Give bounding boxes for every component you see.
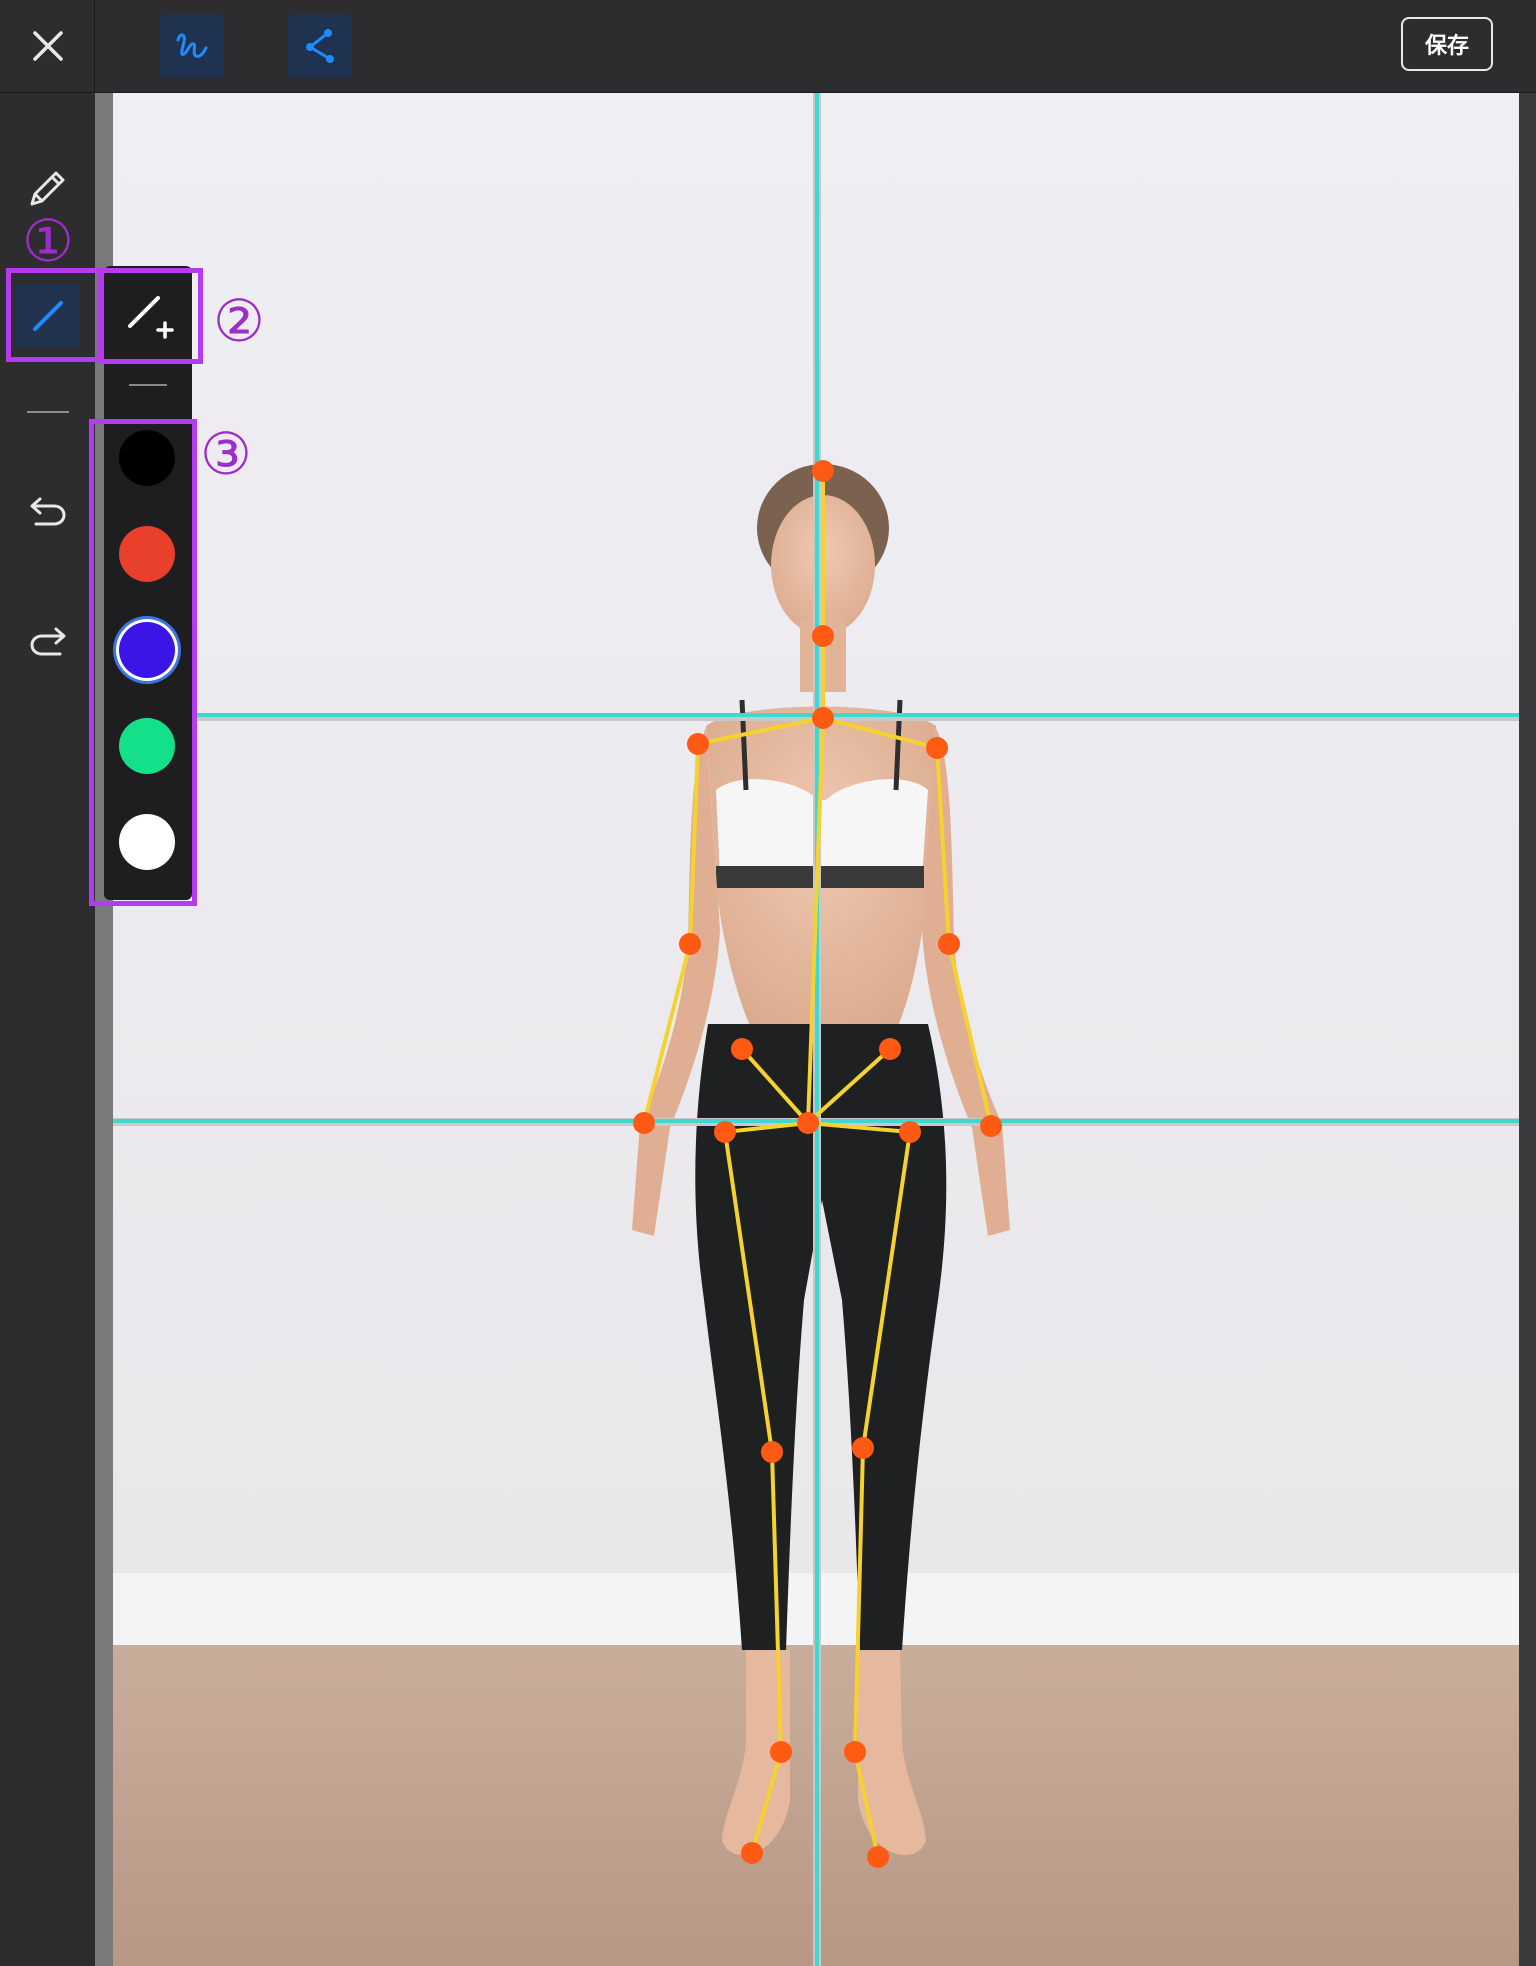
joint-left-wrist bbox=[980, 1115, 1002, 1137]
annotation-box-2 bbox=[99, 268, 203, 364]
save-button[interactable]: 保存 bbox=[1401, 17, 1493, 71]
joint-right-waist bbox=[731, 1038, 753, 1060]
joint-left-knee bbox=[852, 1437, 874, 1459]
joint-left-shoulder bbox=[926, 737, 948, 759]
close-icon bbox=[33, 31, 63, 61]
joint-left-toe bbox=[867, 1846, 889, 1868]
joint-left-waist bbox=[879, 1038, 901, 1060]
joint-left-elbow bbox=[938, 933, 960, 955]
popup-divider bbox=[129, 384, 167, 386]
skeleton-mode-button[interactable] bbox=[288, 14, 352, 78]
undo-button[interactable] bbox=[26, 488, 70, 532]
canvas-right-edge bbox=[1519, 93, 1536, 1966]
annotation-marker-3: ③ bbox=[200, 420, 252, 488]
joint-right-knee bbox=[761, 1441, 783, 1463]
pencil-icon bbox=[30, 171, 65, 206]
annotation-marker-1: ① bbox=[22, 207, 74, 275]
joint-pelvis bbox=[797, 1112, 819, 1134]
close-area bbox=[0, 0, 95, 92]
freehand-draw-icon bbox=[176, 33, 208, 58]
joint-right-wrist bbox=[633, 1112, 655, 1134]
sidebar-divider bbox=[27, 411, 69, 413]
annotation-marker-2: ② bbox=[213, 287, 265, 355]
freehand-mode-button[interactable] bbox=[160, 14, 224, 78]
photo-canvas[interactable] bbox=[113, 93, 1519, 1966]
redo-button[interactable] bbox=[26, 618, 70, 662]
canvas-scene bbox=[113, 93, 1519, 1966]
joint-left-ankle bbox=[844, 1741, 866, 1763]
joint-chin bbox=[812, 625, 834, 647]
joint-head bbox=[812, 460, 834, 482]
top-toolbar: 保存 bbox=[0, 0, 1536, 93]
pencil-tool-button[interactable] bbox=[26, 166, 70, 210]
joint-neck bbox=[812, 707, 834, 729]
joint-right-shoulder bbox=[687, 733, 709, 755]
joint-right-ankle bbox=[770, 1741, 792, 1763]
joint-right-toe bbox=[741, 1842, 763, 1864]
annotation-box-1 bbox=[6, 268, 102, 362]
undo-icon bbox=[30, 497, 66, 526]
left-tool-sidebar bbox=[0, 93, 95, 1966]
joint-right-hip bbox=[714, 1121, 736, 1143]
redo-icon bbox=[30, 627, 66, 656]
skeleton-nodes-icon bbox=[306, 29, 334, 63]
joint-right-elbow bbox=[679, 933, 701, 955]
close-button[interactable] bbox=[24, 22, 72, 70]
annotation-box-3 bbox=[89, 419, 197, 906]
joint-left-hip bbox=[899, 1121, 921, 1143]
